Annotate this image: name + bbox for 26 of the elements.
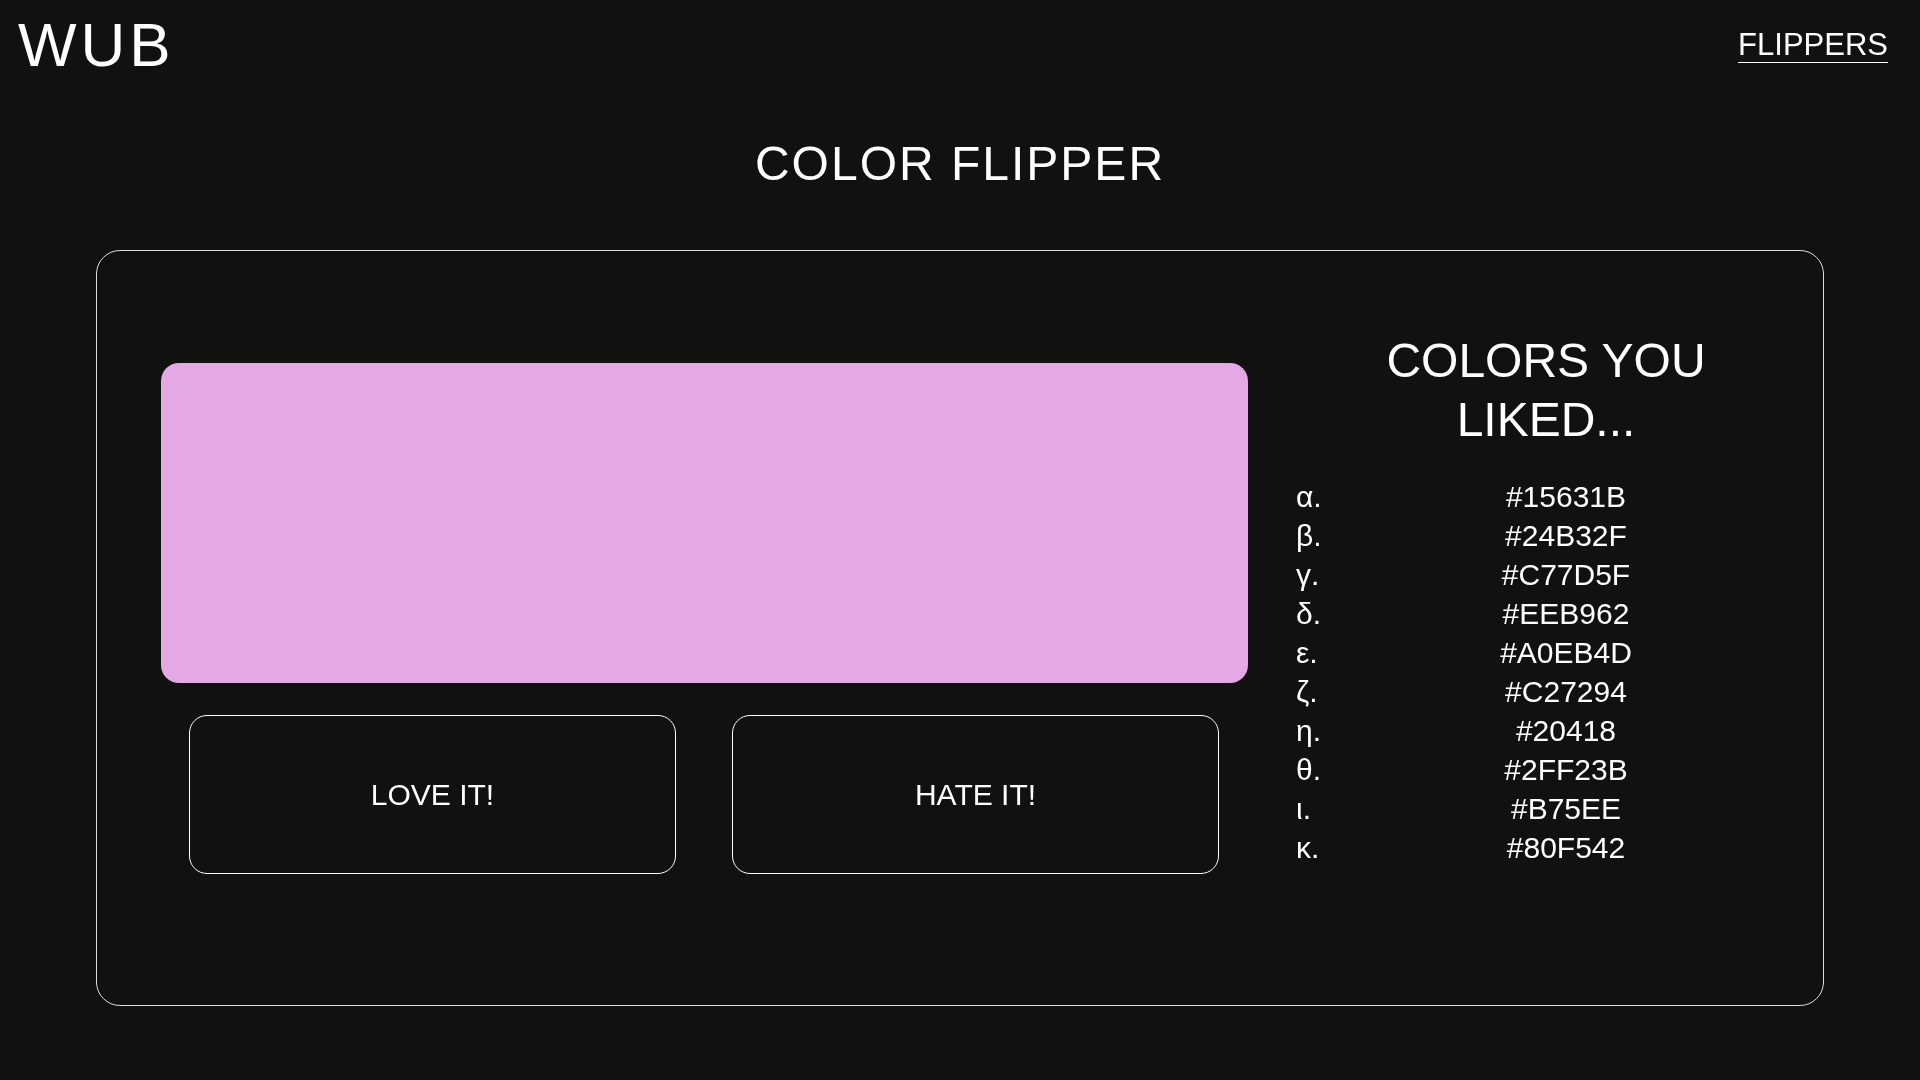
list-marker: ε. (1296, 635, 1319, 670)
color-code: #24B32F (1504, 518, 1628, 553)
list-marker: γ. (1296, 557, 1321, 592)
vote-button[interactable]: LOVE IT! (189, 715, 676, 874)
list-marker: θ. (1296, 752, 1323, 787)
list-marker: ζ. (1296, 674, 1319, 709)
page-title: COLOR FLIPPER (753, 140, 1167, 188)
color-code: #C77D5F (1500, 557, 1632, 592)
color-code: #C27294 (1504, 674, 1628, 709)
nav-link[interactable]: FLIPPERS (1738, 28, 1888, 64)
list-marker: β. (1296, 518, 1323, 553)
liked-heading: COLORS YOU LIKED... (1385, 333, 1707, 448)
list-marker: ι. (1296, 791, 1312, 826)
color-code: #EEB962 (1501, 596, 1631, 631)
color-code: #2FF23B (1503, 752, 1629, 787)
list-marker: κ. (1296, 830, 1321, 865)
list-marker: η. (1296, 713, 1323, 748)
color-code: #15631B (1504, 479, 1628, 514)
color-code: #B75EE (1509, 791, 1623, 826)
color-code: #A0EB4D (1499, 635, 1633, 670)
site-logo: WUB (18, 14, 175, 76)
vote-button[interactable]: HATE IT! (732, 715, 1219, 874)
color-code: #20418 (1514, 713, 1618, 748)
list-marker: α. (1296, 479, 1323, 514)
list-marker: δ. (1296, 596, 1323, 631)
color-code: #80F542 (1505, 830, 1627, 865)
